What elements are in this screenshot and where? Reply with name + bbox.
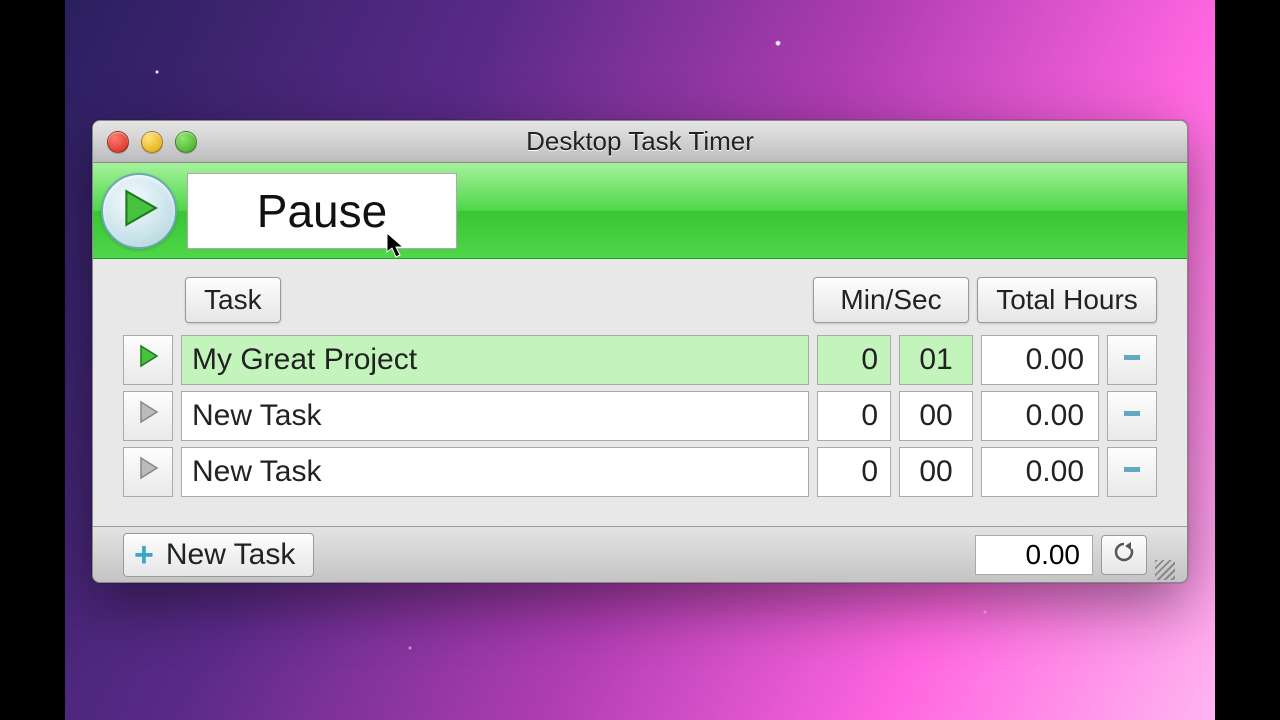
refresh-button[interactable]	[1101, 535, 1147, 575]
pause-button[interactable]: Pause	[187, 173, 457, 249]
row-play-button[interactable]	[123, 335, 173, 385]
task-minutes: 0	[817, 335, 891, 385]
close-window-button[interactable]	[107, 131, 129, 153]
row-play-button[interactable]	[123, 447, 173, 497]
task-seconds: 00	[899, 447, 973, 497]
task-name-field[interactable]: New Task	[181, 391, 809, 441]
minimize-window-button[interactable]	[141, 131, 163, 153]
plus-icon: +	[134, 538, 154, 572]
main-toolbar: Pause	[93, 163, 1187, 259]
row-play-button[interactable]	[123, 391, 173, 441]
titlebar[interactable]: Desktop Task Timer	[93, 121, 1187, 163]
resize-grip[interactable]	[1155, 560, 1175, 580]
column-headers: Task Min/Sec Total Hours	[93, 259, 1187, 331]
play-icon	[118, 187, 160, 234]
zoom-window-button[interactable]	[175, 131, 197, 153]
footer: + New Task 0.00	[93, 526, 1187, 582]
play-button[interactable]	[101, 173, 177, 249]
window-title: Desktop Task Timer	[93, 126, 1187, 157]
task-list: My Great Project0010.00New Task0000.00Ne…	[93, 331, 1187, 503]
header-task[interactable]: Task	[185, 277, 281, 323]
new-task-button[interactable]: + New Task	[123, 533, 314, 577]
minus-icon	[1120, 455, 1144, 489]
grand-total: 0.00	[975, 535, 1093, 575]
task-hours: 0.00	[981, 391, 1099, 441]
task-row: My Great Project0010.00	[123, 335, 1157, 385]
task-name-field[interactable]: New Task	[181, 447, 809, 497]
task-name-field[interactable]: My Great Project	[181, 335, 809, 385]
chevron-right-icon	[135, 399, 161, 433]
header-total-hours[interactable]: Total Hours	[977, 277, 1157, 323]
header-minsec[interactable]: Min/Sec	[813, 277, 969, 323]
minus-icon	[1120, 399, 1144, 433]
refresh-icon	[1112, 540, 1136, 569]
chevron-right-icon	[135, 455, 161, 489]
task-hours: 0.00	[981, 447, 1099, 497]
task-seconds: 00	[899, 391, 973, 441]
task-seconds: 01	[899, 335, 973, 385]
pause-button-label: Pause	[257, 184, 387, 238]
app-window: Desktop Task Timer Pause Task Min/Sec To…	[92, 120, 1188, 583]
delete-task-button[interactable]	[1107, 391, 1157, 441]
delete-task-button[interactable]	[1107, 335, 1157, 385]
delete-task-button[interactable]	[1107, 447, 1157, 497]
new-task-label: New Task	[166, 538, 296, 572]
traffic-lights	[93, 131, 197, 153]
task-minutes: 0	[817, 447, 891, 497]
minus-icon	[1120, 343, 1144, 377]
chevron-right-icon	[135, 343, 161, 377]
task-hours: 0.00	[981, 335, 1099, 385]
task-minutes: 0	[817, 391, 891, 441]
task-row: New Task0000.00	[123, 391, 1157, 441]
task-row: New Task0000.00	[123, 447, 1157, 497]
